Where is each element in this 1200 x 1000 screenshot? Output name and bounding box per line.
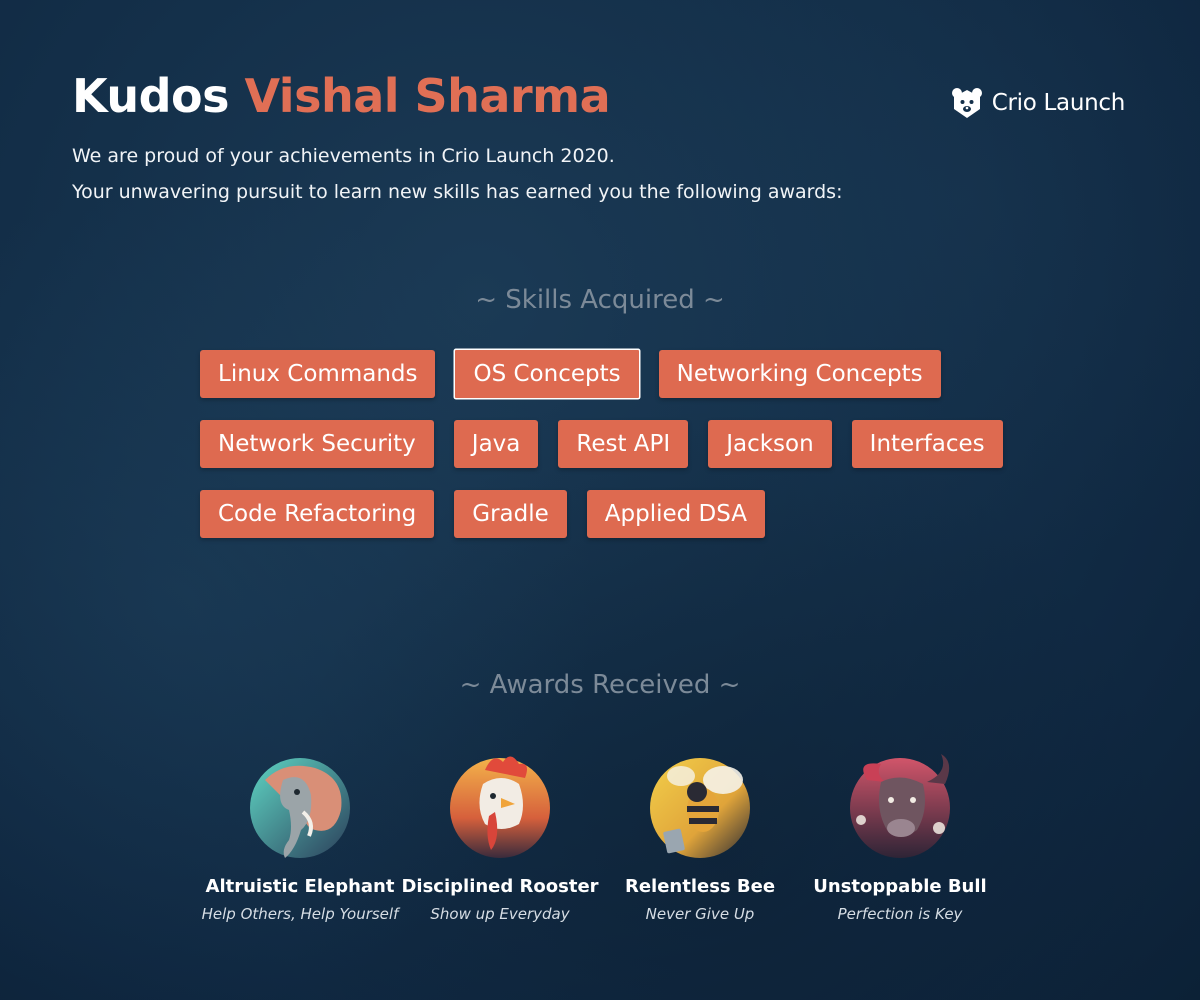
award-item: Altruistic Elephant Help Others, Help Yo… — [200, 750, 400, 923]
awards-list: Altruistic Elephant Help Others, Help Yo… — [200, 750, 1000, 923]
intro-text: We are proud of your achievements in Cri… — [72, 138, 1132, 210]
intro-line-2: Your unwavering pursuit to learn new ski… — [72, 181, 843, 203]
awards-heading: ~ Awards Received ~ — [459, 670, 741, 700]
brand-logo: Crio Launch — [950, 86, 1125, 120]
award-tagline: Never Give Up — [645, 905, 755, 923]
skill-chip: Jackson — [708, 420, 832, 468]
skills-heading: ~ Skills Acquired ~ — [475, 285, 725, 315]
brand-name: Crio Launch — [991, 90, 1126, 116]
bear-logo-icon — [951, 88, 982, 118]
bull-badge-icon — [850, 754, 950, 858]
award-name: Altruistic Elephant — [205, 876, 395, 897]
skill-chip: Linux Commands — [200, 350, 436, 398]
intro-line-1: We are proud of your achievements in Cri… — [72, 145, 615, 167]
skill-chip: Networking Concepts — [658, 350, 941, 398]
title-lead: Kudos — [72, 69, 230, 123]
skills-list: Linux Commands OS Concepts Networking Conc… — [200, 350, 1020, 560]
award-name: Relentless Bee — [624, 876, 776, 897]
award-item: Relentless Bee Never Give Up — [600, 750, 800, 923]
recipient-name: Vishal Sharma — [244, 69, 611, 123]
skills-row: Code Refactoring Gradle Applied DSA — [200, 490, 1020, 538]
skills-row: Network Security Java Rest API Jackson Inter… — [200, 420, 1020, 468]
skill-chip: Gradle — [454, 490, 567, 538]
skills-row: Linux Commands OS Concepts Networking Conc… — [200, 350, 1020, 398]
award-tagline: Show up Everyday — [430, 905, 570, 923]
skill-chip: Interfaces — [851, 420, 1003, 468]
skill-chip: Code Refactoring — [200, 490, 435, 538]
award-tagline: Help Others, Help Yourself — [201, 905, 399, 923]
elephant-badge-icon — [250, 758, 350, 858]
award-tagline: Perfection is Key — [837, 905, 963, 923]
skill-chip: Network Security — [200, 420, 434, 468]
skill-chip: Rest API — [558, 420, 689, 468]
award-name: Disciplined Rooster — [401, 876, 599, 897]
skill-chip: Applied DSA — [586, 490, 766, 538]
award-item: Disciplined Rooster Show up Everyday — [400, 750, 600, 923]
award-item: Unstoppable Bull Perfection is Key — [800, 750, 1000, 923]
award-name: Unstoppable Bull — [813, 876, 987, 897]
skill-chip: Java — [453, 420, 539, 468]
bee-badge-icon — [650, 758, 750, 858]
rooster-badge-icon — [450, 756, 550, 858]
skill-chip: OS Concepts — [455, 350, 639, 398]
